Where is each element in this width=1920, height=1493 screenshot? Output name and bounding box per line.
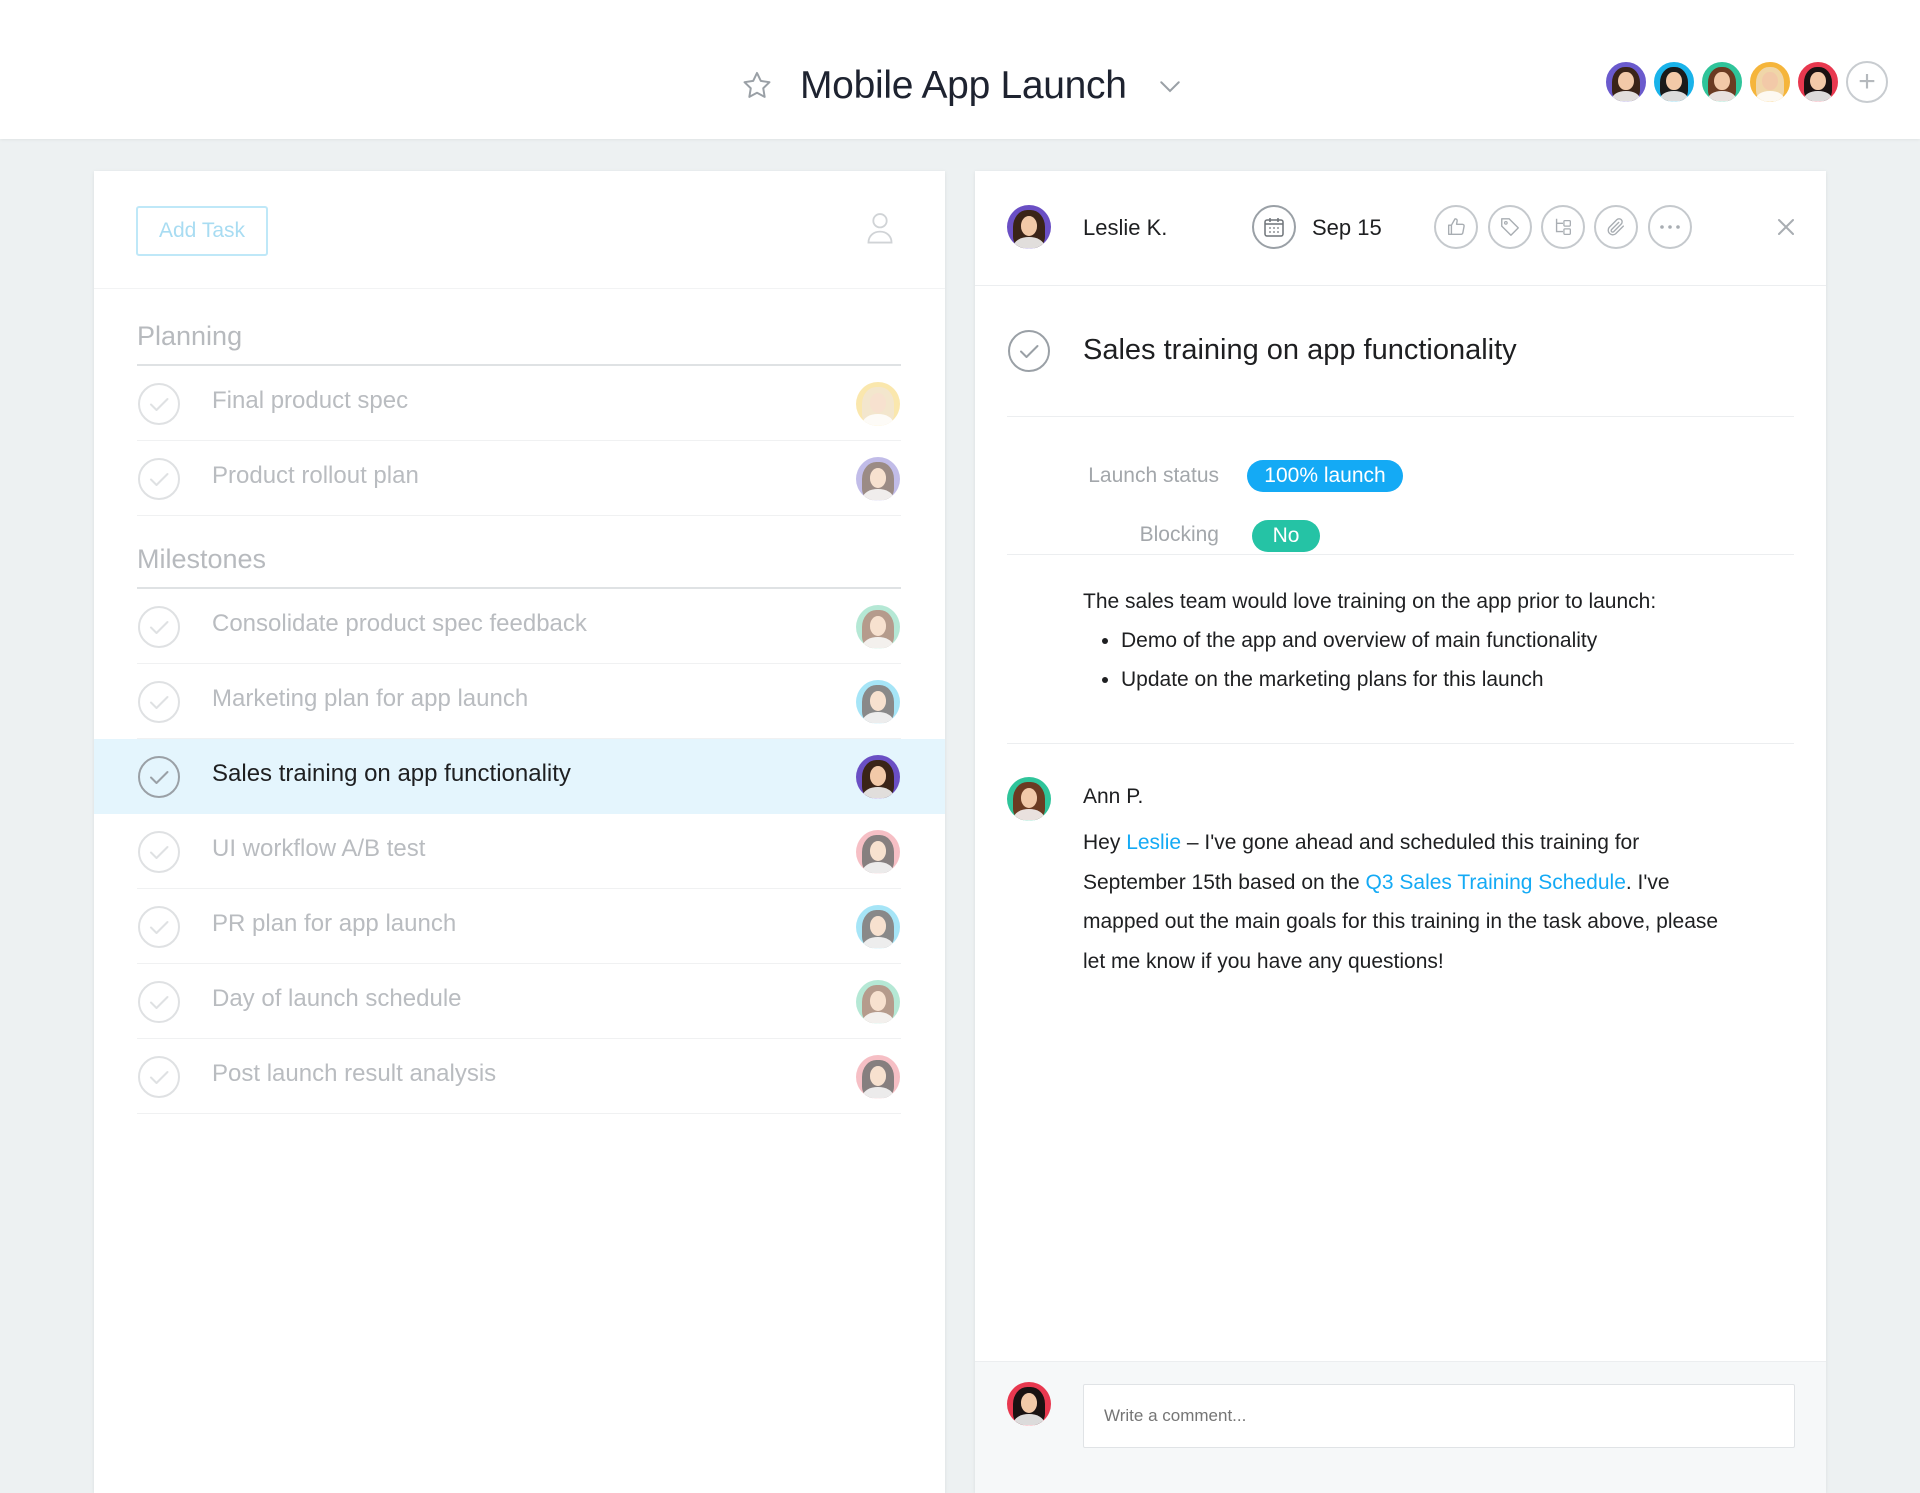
task-name[interactable]: Final product spec xyxy=(212,387,408,415)
person-icon[interactable] xyxy=(865,211,895,245)
task-check-icon[interactable] xyxy=(137,605,181,649)
member-avatar[interactable] xyxy=(1652,60,1696,104)
calendar-icon xyxy=(1264,218,1284,237)
task-row[interactable]: Post launch result analysis xyxy=(94,1039,945,1114)
paperclip-icon xyxy=(1607,218,1625,236)
close-icon[interactable] xyxy=(1774,215,1798,239)
task-row[interactable]: Final product spec xyxy=(94,366,945,441)
description-intro: The sales team would love training on th… xyxy=(1083,590,1657,613)
mention-link[interactable]: Leslie xyxy=(1126,831,1181,854)
top-bar: Mobile App Launch + xyxy=(0,0,1920,139)
project-title-group: Mobile App Launch xyxy=(740,60,1185,112)
task-name[interactable]: Sales training on app functionality xyxy=(212,760,571,788)
schedule-link[interactable]: Q3 Sales Training Schedule xyxy=(1366,871,1626,894)
task-assignee-avatar[interactable] xyxy=(856,905,900,949)
member-avatar[interactable] xyxy=(1700,60,1744,104)
section-header[interactable]: Milestones xyxy=(137,519,901,589)
like-button[interactable] xyxy=(1434,205,1478,249)
tag-icon xyxy=(1501,218,1519,236)
tag-button[interactable] xyxy=(1488,205,1532,249)
chevron-down-icon[interactable] xyxy=(1155,71,1185,101)
comment-input[interactable] xyxy=(1083,1384,1795,1448)
task-name[interactable]: Marketing plan for app launch xyxy=(212,685,528,713)
task-row[interactable]: UI workflow A/B test xyxy=(94,814,945,889)
comment-author-avatar xyxy=(1007,777,1051,821)
task-name[interactable]: PR plan for app launch xyxy=(212,910,456,938)
attach-button[interactable] xyxy=(1594,205,1638,249)
subtask-icon xyxy=(1555,218,1571,235)
field-label-blocking: Blocking xyxy=(1139,523,1219,546)
task-title-row: Sales training on app functionality xyxy=(1007,319,1794,417)
task-row[interactable]: Day of launch schedule xyxy=(94,964,945,1039)
row-divider xyxy=(137,515,901,516)
add-task-button[interactable]: Add Task xyxy=(136,206,268,256)
task-row[interactable]: Consolidate product spec feedback xyxy=(94,589,945,664)
task-list-panel: Add Task Planning Final product spec Produ… xyxy=(94,171,945,1493)
description-bullet: Update on the marketing plans for this l… xyxy=(1121,665,1783,694)
project-members: + xyxy=(1604,60,1888,104)
row-divider xyxy=(137,1113,901,1114)
task-assignee-avatar[interactable] xyxy=(856,1055,900,1099)
task-check-icon[interactable] xyxy=(137,830,181,874)
more-options-button[interactable] xyxy=(1648,205,1692,249)
field-value-launch-status[interactable]: 100% launch xyxy=(1247,460,1403,492)
task-row[interactable]: Sales training on app functionality xyxy=(94,739,945,814)
due-date[interactable]: Sep 15 xyxy=(1312,215,1382,241)
task-assignee-avatar[interactable] xyxy=(856,605,900,649)
task-assignee-avatar[interactable] xyxy=(856,830,900,874)
due-date-button[interactable] xyxy=(1252,205,1296,249)
task-assignee-avatar[interactable] xyxy=(856,457,900,501)
description-bullet: Demo of the app and overview of main fun… xyxy=(1121,626,1783,655)
member-avatar[interactable] xyxy=(1604,60,1648,104)
task-assignee-avatar[interactable] xyxy=(856,755,900,799)
task-description[interactable]: The sales team would love training on th… xyxy=(1083,587,1783,704)
task-check-icon[interactable] xyxy=(137,1055,181,1099)
subtask-button[interactable] xyxy=(1541,205,1585,249)
task-name[interactable]: Consolidate product spec feedback xyxy=(212,610,587,638)
project-title: Mobile App Launch xyxy=(800,64,1127,107)
task-name[interactable]: Product rollout plan xyxy=(212,462,419,490)
task-row[interactable]: Marketing plan for app launch xyxy=(94,664,945,739)
field-label-launch-status: Launch status xyxy=(1088,464,1219,487)
task-detail-panel: Leslie K. Sep 15 Sales training on app f… xyxy=(975,171,1826,1493)
assignee-name[interactable]: Leslie K. xyxy=(1083,215,1167,241)
task-check-icon[interactable] xyxy=(137,905,181,949)
task-name[interactable]: Post launch result analysis xyxy=(212,1060,496,1088)
add-member-button[interactable]: + xyxy=(1846,61,1888,103)
field-value-blocking[interactable]: No xyxy=(1252,520,1320,552)
task-check-icon[interactable] xyxy=(137,457,181,501)
comment-text-part: Hey xyxy=(1083,831,1127,854)
task-name[interactable]: UI workflow A/B test xyxy=(212,835,425,863)
description-bullets: Demo of the app and overview of main fun… xyxy=(1083,626,1783,694)
member-avatar[interactable] xyxy=(1748,60,1792,104)
task-check-icon[interactable] xyxy=(137,680,181,724)
comment-text: Hey Leslie – I've gone ahead and schedul… xyxy=(1083,823,1723,981)
assignee-avatar[interactable] xyxy=(1007,205,1051,249)
star-icon[interactable] xyxy=(740,69,774,103)
section-title: Milestones xyxy=(137,544,267,574)
member-avatar[interactable] xyxy=(1796,60,1840,104)
task-assignee-avatar[interactable] xyxy=(856,980,900,1024)
task-assignee-avatar[interactable] xyxy=(856,680,900,724)
task-name[interactable]: Day of launch schedule xyxy=(212,985,462,1013)
section-title: Planning xyxy=(137,321,243,351)
task-row[interactable]: Product rollout plan xyxy=(94,441,945,516)
current-user-avatar xyxy=(1007,1382,1051,1426)
comment-author: Ann P. xyxy=(1083,785,1144,808)
detail-toolbar: Leslie K. Sep 15 xyxy=(975,171,1826,286)
task-check-icon[interactable] xyxy=(137,382,181,426)
task-row[interactable]: PR plan for app launch xyxy=(94,889,945,964)
more-dots-icon xyxy=(1660,225,1680,229)
comment-composer xyxy=(975,1361,1826,1493)
custom-fields: Launch status 100% launch Blocking No xyxy=(1007,417,1794,555)
task-title[interactable]: Sales training on app functionality xyxy=(1083,334,1517,367)
task-check-icon[interactable] xyxy=(137,755,181,799)
task-check-icon[interactable] xyxy=(137,980,181,1024)
list-header-divider xyxy=(94,288,945,289)
section-header[interactable]: Planning xyxy=(137,296,901,366)
complete-check-icon[interactable] xyxy=(1007,329,1051,373)
thumbs-up-icon xyxy=(1447,218,1465,236)
task-assignee-avatar[interactable] xyxy=(856,382,900,426)
description-divider xyxy=(1007,743,1794,744)
